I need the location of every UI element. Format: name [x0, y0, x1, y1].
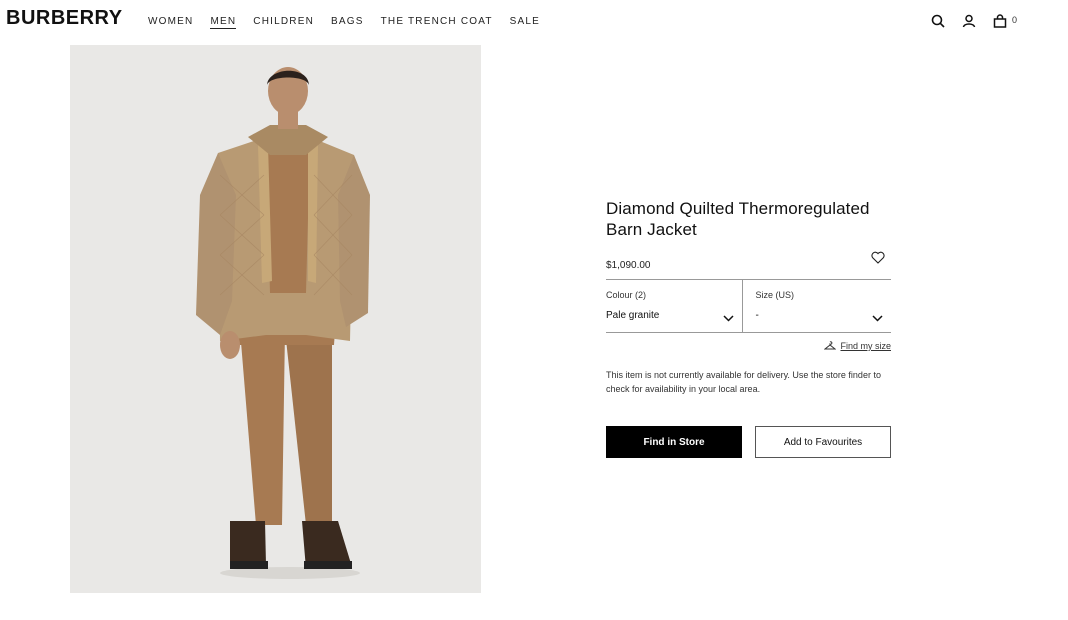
nav-item-men[interactable]: MEN [210, 16, 237, 29]
variant-selectors: Colour (2) Pale granite Size (US) - [606, 279, 891, 333]
colour-label: Colour (2) [606, 290, 647, 300]
nav-item-sale[interactable]: SALE [510, 16, 540, 29]
header-icons: 0 [930, 13, 1017, 29]
brand-logo[interactable]: BURBERRY [6, 7, 123, 30]
search-icon[interactable] [930, 13, 946, 29]
product-price: $1,090.00 [606, 260, 651, 271]
heart-icon[interactable] [871, 251, 885, 269]
nav-item-trench-coat[interactable]: THE TRENCH COAT [381, 16, 493, 29]
nav-item-women[interactable]: WOMEN [148, 16, 193, 29]
hanger-icon [824, 341, 837, 352]
price-row: $1,090.00 [606, 251, 891, 275]
find-my-size-link[interactable]: Find my size [606, 341, 891, 352]
size-label: Size (US) [755, 290, 795, 300]
bag-icon[interactable] [992, 13, 1008, 29]
product-title: Diamond Quilted Thermoregulated Barn Jac… [606, 199, 870, 239]
product-image[interactable] [70, 45, 481, 593]
colour-select[interactable]: Colour (2) Pale granite [606, 280, 743, 332]
chevron-down-icon [722, 309, 734, 327]
product-details: Diamond Quilted Thermoregulated Barn Jac… [606, 198, 891, 459]
main-nav: WOMEN MEN CHILDREN BAGS THE TRENCH COAT … [148, 16, 557, 29]
find-in-store-button[interactable]: Find in Store [606, 426, 742, 459]
action-buttons: Find in Store Add to Favourites [606, 426, 891, 459]
find-my-size-label: Find my size [840, 341, 891, 351]
add-to-favourites-button[interactable]: Add to Favourites [755, 426, 891, 459]
model-illustration [70, 45, 481, 593]
size-select[interactable]: Size (US) - [743, 280, 892, 332]
bag-count: 0 [1012, 15, 1018, 25]
size-value: - [755, 310, 759, 321]
nav-item-children[interactable]: CHILDREN [253, 16, 314, 29]
chevron-down-icon [872, 309, 883, 327]
nav-item-bags[interactable]: BAGS [331, 16, 364, 29]
site-header: BURBERRY WOMEN MEN CHILDREN BAGS THE TRE… [0, 0, 1068, 44]
availability-notice: This item is not currently available for… [606, 370, 881, 395]
account-icon[interactable] [961, 13, 977, 29]
colour-value: Pale granite [606, 310, 660, 321]
